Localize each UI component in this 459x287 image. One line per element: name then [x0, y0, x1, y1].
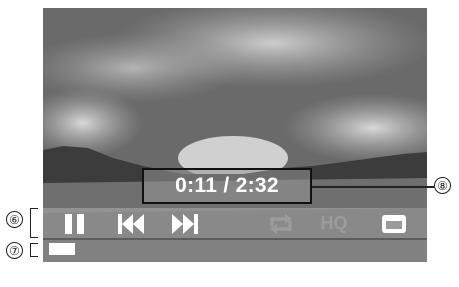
repeat-button[interactable] [266, 210, 295, 237]
callout-progress: ⑦ [6, 242, 23, 259]
time-display: 0:11 / 2:32 [142, 168, 312, 204]
previous-button[interactable] [115, 210, 146, 237]
callout-bracket-controls [30, 208, 38, 238]
pause-button[interactable] [59, 210, 90, 237]
callout-bracket-progress [30, 243, 38, 257]
window-icon [382, 214, 406, 233]
hq-button[interactable]: HQ [317, 210, 351, 237]
callout-leader-time [312, 186, 434, 188]
next-button[interactable] [168, 210, 201, 237]
playback-controls: HQ [43, 208, 427, 238]
callout-time: ⑧ [434, 177, 451, 194]
time-display-text: 0:11 / 2:32 [175, 174, 279, 197]
progress-fill [49, 243, 75, 255]
window-button[interactable] [377, 210, 411, 237]
progress-bar[interactable] [43, 240, 427, 262]
repeat-icon [269, 213, 292, 234]
hq-button-label: HQ [320, 213, 348, 233]
pause-icon [64, 213, 84, 234]
skip-next-icon [171, 213, 198, 234]
callout-controls: ⑥ [6, 211, 23, 228]
skip-previous-icon [117, 213, 144, 234]
